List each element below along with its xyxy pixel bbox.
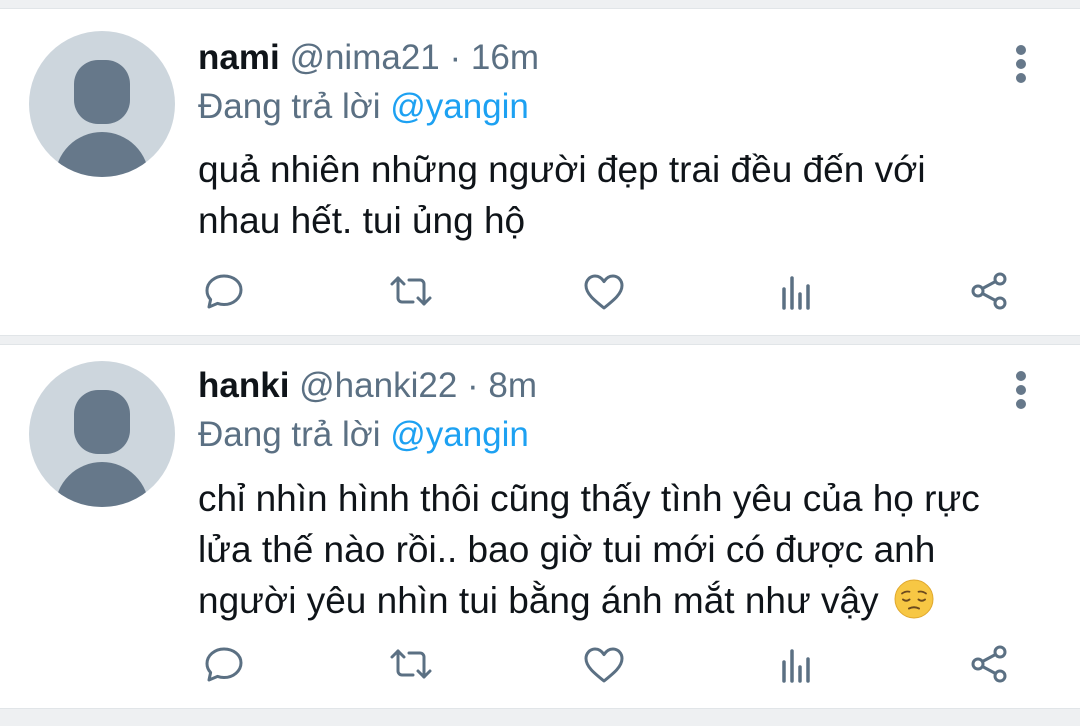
avatar[interactable]: [29, 361, 175, 507]
tweet-header: hanki @hanki22 · 8m: [198, 361, 537, 411]
avatar-head-shape: [74, 390, 130, 454]
tweet-actions: [198, 266, 1028, 316]
avatar-head-shape: [74, 60, 130, 124]
pensive-face-emoji: [894, 579, 934, 619]
timestamp[interactable]: 8m: [488, 366, 537, 405]
heart-icon: [584, 647, 624, 683]
separator-dot: ·: [467, 366, 479, 405]
more-vertical-icon[interactable]: [1003, 39, 1039, 89]
avatar-shoulders-shape: [55, 462, 149, 507]
tweet-header: nami @nima21 · 16m: [198, 33, 539, 83]
reply-icon: [205, 647, 243, 682]
replying-to-label: Đang trả lời: [198, 87, 381, 126]
replying-to: Đang trả lời @yangin: [198, 82, 529, 132]
share-button[interactable]: [963, 266, 1015, 316]
like-button[interactable]: [578, 266, 630, 316]
analytics-button[interactable]: [770, 639, 822, 689]
heart-icon: [584, 274, 624, 310]
replying-to: Đang trả lời @yangin: [198, 410, 529, 460]
retweet-button[interactable]: [385, 266, 437, 316]
retweet-icon: [390, 649, 432, 679]
analytics-button[interactable]: [770, 266, 822, 316]
retweet-button[interactable]: [385, 639, 437, 689]
reply-icon: [205, 274, 243, 309]
replying-to-label: Đang trả lời: [198, 415, 381, 454]
tweet-text: chỉ nhìn hình thôi cũng thấy tình yêu củ…: [198, 478, 980, 621]
avatar[interactable]: [29, 31, 175, 177]
avatar-shoulders-shape: [55, 132, 149, 177]
tweet-actions: [198, 639, 1028, 689]
user-handle[interactable]: @hanki22: [299, 366, 457, 405]
tweet-text-container: chỉ nhìn hình thôi cũng thấy tình yêu củ…: [198, 473, 1018, 626]
like-button[interactable]: [578, 639, 630, 689]
mention-link[interactable]: @yangin: [390, 415, 529, 454]
user-handle[interactable]: @nima21: [289, 38, 439, 77]
mention-link[interactable]: @yangin: [390, 87, 529, 126]
user-name[interactable]: hanki: [198, 366, 289, 405]
tweet-item[interactable]: nami @nima21 · 16m Đang trả lời @yangin …: [0, 9, 1080, 335]
reply-button[interactable]: [198, 266, 250, 316]
share-icon: [971, 272, 1007, 310]
separator-dot: ·: [449, 38, 462, 77]
bottom-divider: [0, 708, 1080, 726]
more-vertical-icon[interactable]: [1003, 365, 1039, 415]
share-icon: [971, 645, 1007, 683]
analytics-icon: [782, 649, 810, 683]
top-divider: [0, 0, 1080, 9]
retweet-icon: [390, 276, 432, 306]
share-button[interactable]: [963, 639, 1015, 689]
user-name[interactable]: nami: [198, 38, 280, 77]
tweet-text: quả nhiên những người đẹp trai đều đến v…: [198, 149, 926, 241]
tweet-divider: [0, 335, 1080, 345]
tweet-item[interactable]: hanki @hanki22 · 8m Đang trả lời @yangin…: [0, 345, 1080, 708]
timestamp[interactable]: 16m: [471, 38, 539, 77]
reply-button[interactable]: [198, 639, 250, 689]
analytics-icon: [782, 276, 810, 310]
